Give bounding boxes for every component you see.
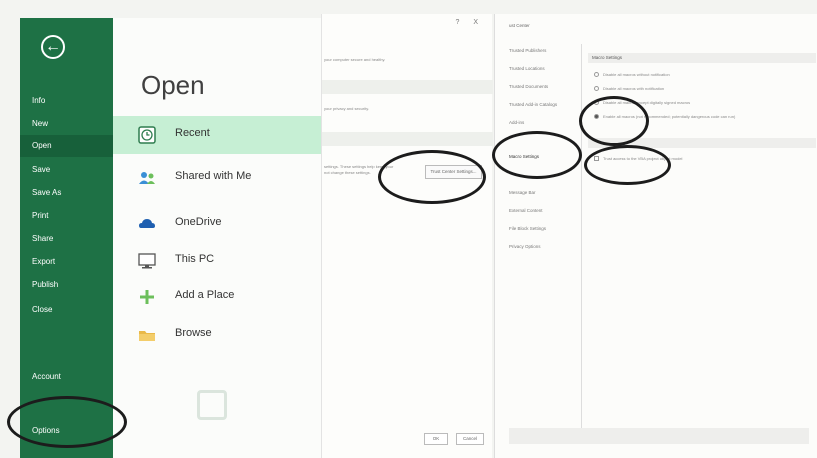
place-shared-with-me[interactable]: Shared with Me: [113, 159, 321, 197]
monitor-icon: [138, 253, 156, 269]
annotation-ring-options: [7, 396, 127, 448]
place-label: OneDrive: [175, 216, 222, 228]
watermark-icon: [197, 390, 227, 420]
sidebar-item-save-as[interactable]: Save As: [20, 182, 113, 204]
sidebar-item-save[interactable]: Save: [20, 159, 113, 181]
folder-icon: [139, 331, 155, 341]
dialog-footer: [509, 428, 809, 444]
place-onedrive[interactable]: OneDrive: [113, 205, 321, 243]
tc-nav-privacy-options[interactable]: Privacy Options: [509, 244, 541, 249]
cloud-icon: [139, 219, 155, 228]
radio-button[interactable]: [594, 72, 599, 78]
macro-option-label: Disable all macros with notification: [603, 86, 665, 91]
place-label: Shared with Me: [175, 170, 252, 182]
dialog-title-controls[interactable]: ? X: [455, 19, 484, 26]
place-label: This PC: [175, 253, 215, 265]
sidebar-item-open[interactable]: Open: [20, 135, 113, 157]
tc-nav-file-block-settings[interactable]: File Block Settings: [509, 226, 546, 231]
back-arrow-icon[interactable]: ←: [41, 35, 65, 59]
place-recent[interactable]: Recent: [113, 116, 321, 154]
sidebar-item-publish[interactable]: Publish: [20, 274, 113, 296]
clock-icon: [138, 126, 156, 144]
sidebar-item-account[interactable]: Account: [20, 366, 113, 388]
tc-nav-message-bar[interactable]: Message Bar: [509, 190, 536, 195]
annotation-ring-trust-center: [378, 150, 486, 204]
radio-button[interactable]: [594, 86, 599, 92]
macro-option[interactable]: Disable all macros with notification: [594, 86, 665, 92]
place-label: Browse: [175, 327, 212, 339]
annotation-ring-macro-settings: [492, 131, 582, 179]
annotation-ring-enable-macros: [579, 96, 649, 146]
sidebar-item-share[interactable]: Share: [20, 228, 113, 250]
place-label: Recent: [175, 127, 210, 139]
trust-center-nav: Trusted Publishers Trusted Locations Tru…: [495, 44, 582, 444]
dialog-text: not change these settings.: [324, 170, 371, 175]
dialog-title: ust Center: [509, 23, 530, 28]
sidebar-item-info[interactable]: Info: [20, 90, 113, 112]
options-dialog: ? X your computer secure and healthy. yo…: [321, 14, 493, 458]
place-this-pc[interactable]: This PC: [113, 242, 321, 280]
sidebar-item-export[interactable]: Export: [20, 251, 113, 273]
people-icon: [139, 172, 155, 184]
page-title: Open: [141, 70, 205, 100]
plus-icon: [140, 290, 154, 304]
cancel-button[interactable]: Cancel: [456, 433, 484, 445]
sidebar-item-close[interactable]: Close: [20, 299, 113, 321]
screenshot-root: ← Info New Open Save Save As Print Share…: [0, 0, 817, 458]
dialog-text: your privacy and security.: [324, 106, 370, 111]
macro-option[interactable]: Disable all macros without notification: [594, 72, 670, 78]
place-browse[interactable]: Browse: [113, 316, 321, 354]
sidebar-item-print[interactable]: Print: [20, 205, 113, 227]
tc-nav-add-ins[interactable]: Add-ins: [509, 120, 524, 125]
section-band: [322, 132, 493, 146]
backstage-sidebar: ← Info New Open Save Save As Print Share…: [20, 18, 113, 458]
place-add-a-place[interactable]: Add a Place: [113, 278, 321, 316]
tc-nav-trusted-publishers[interactable]: Trusted Publishers: [509, 48, 546, 53]
place-label: Add a Place: [175, 289, 235, 301]
macro-settings-header: Macro Settings: [588, 53, 816, 63]
open-panel: Open Recent Shared with Me OneDrive This…: [113, 18, 321, 458]
tc-nav-trusted-locations[interactable]: Trusted Locations: [509, 66, 545, 71]
macro-option-label: Disable all macros without notification: [603, 72, 670, 77]
section-band: [322, 80, 493, 94]
tc-nav-external-content[interactable]: External Content: [509, 208, 543, 213]
annotation-ring-vba-access: [584, 145, 671, 185]
sidebar-item-new[interactable]: New: [20, 113, 113, 135]
tc-nav-trusted-add-in-catalogs[interactable]: Trusted Add-in Catalogs: [509, 102, 557, 107]
ok-button[interactable]: OK: [424, 433, 448, 445]
tc-nav-trusted-documents[interactable]: Trusted Documents: [509, 84, 548, 89]
trust-center-dialog: ust Center Trusted Publishers Trusted Lo…: [494, 14, 817, 458]
dialog-text: your computer secure and healthy.: [324, 57, 386, 62]
